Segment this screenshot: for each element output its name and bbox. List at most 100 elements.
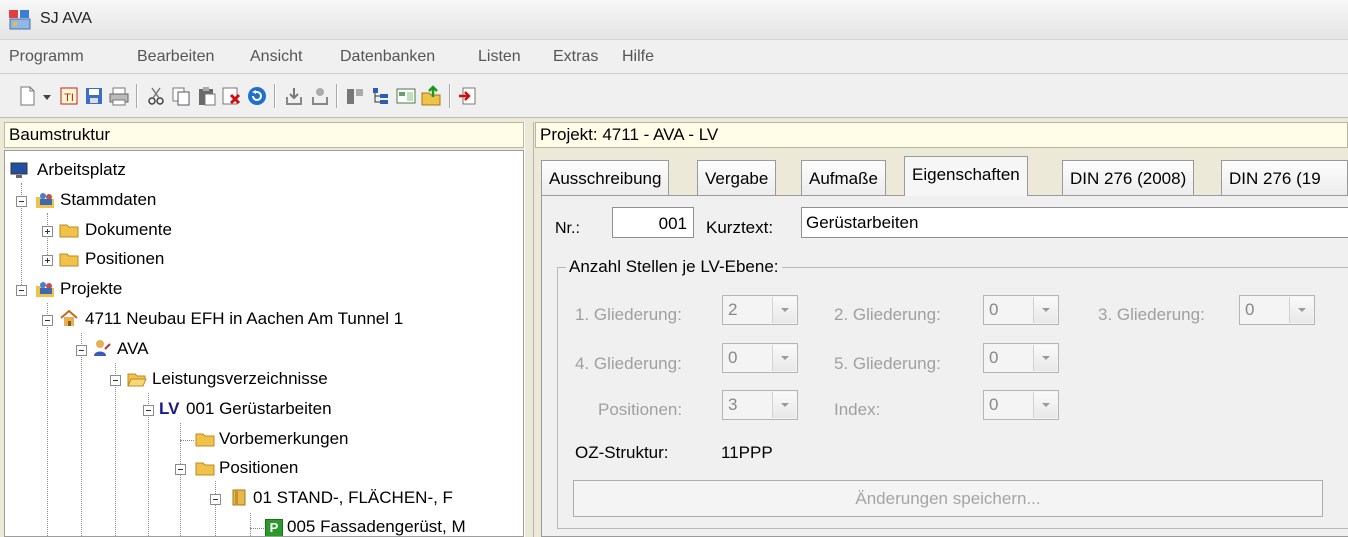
folder-icon [195,462,215,476]
gliederung-3-select[interactable]: 0 [1239,295,1315,325]
new-document-icon[interactable] [16,85,38,107]
tree-panel-header: Baumstruktur [4,122,524,148]
tab-din276-2008[interactable]: DIN 276 (2008) [1062,160,1195,196]
exit-icon[interactable] [457,85,479,107]
cut-icon[interactable] [145,85,167,107]
tree-item-title-01[interactable]: 01 STAND-, FLÄCHEN-, F [5,485,523,513]
select-value: 3 [728,395,738,414]
tree-item-ava[interactable]: AVA [5,336,505,364]
copy-icon[interactable] [170,85,192,107]
tree-view[interactable]: Arbeitsplatz Stammdaten Dokumente Positi… [4,150,524,537]
chevron-down-icon[interactable] [1289,297,1313,323]
tree-item-positionen[interactable]: Positionen [5,246,505,274]
import-icon[interactable] [283,85,305,107]
nr-label: Nr.: [555,220,580,237]
tree-item-projekte[interactable]: Projekte [5,276,505,304]
tree-item-position-005[interactable]: P 005 Fassadengerüst, M [5,514,523,536]
book-icon [232,489,246,506]
nr-field[interactable]: 001 [612,207,694,238]
chevron-down-icon[interactable] [772,345,796,371]
tree-item-label: Positionen [85,249,165,268]
menu-bar: Programm Bearbeiten Ansicht Datenbanken … [0,40,1348,74]
index-select[interactable]: 0 [983,390,1059,420]
expand-toggle[interactable] [42,255,53,266]
select-value: 0 [1245,300,1255,319]
print-icon[interactable] [108,85,130,107]
collapse-toggle[interactable] [42,315,53,326]
oz-struktur-value: 11PPP [721,443,773,462]
collapse-toggle[interactable] [110,375,121,386]
tree-line [250,528,264,529]
kurztext-field[interactable]: Gerüstarbeiten [801,207,1348,238]
columns-icon[interactable] [344,85,366,107]
gliederung-1-select[interactable]: 2 [722,295,798,325]
tree-item-label: Positionen [219,458,299,477]
window-layout-icon[interactable] [395,85,417,107]
expand-toggle[interactable] [42,226,53,237]
index-label: Index: [834,400,881,419]
menu-datenbanken[interactable]: Datenbanken [340,48,435,66]
menu-hilfe[interactable]: Hilfe [622,48,654,66]
pane-splitter[interactable] [524,122,534,537]
save-icon[interactable] [83,85,105,107]
positionen-select[interactable]: 3 [722,390,798,420]
tree-item-label: Arbeitsplatz [37,160,126,179]
collapse-toggle[interactable] [16,196,27,207]
chevron-down-icon[interactable] [1033,345,1057,371]
upload-folder-icon[interactable] [420,85,442,107]
chevron-down-icon[interactable] [772,297,796,323]
tree-item-project-4711[interactable]: 4711 Neubau EFH in Aachen Am Tunnel 1 [5,306,523,334]
tab-ausschreibung[interactable]: Ausschreibung [541,160,670,196]
tree-item-label: Dokumente [85,220,172,239]
tree-item-lv-001[interactable]: LV 001 Gerüstarbeiten [5,396,505,424]
tab-eigenschaften[interactable]: Eigenschaften [904,156,1028,196]
tree-view-icon[interactable] [370,85,392,107]
delete-icon[interactable] [221,85,243,107]
project-header: Projekt: 4711 - AVA - LV [535,122,1348,148]
export-icon[interactable] [309,85,331,107]
tab-aufmasse[interactable]: Aufmaße [801,160,886,196]
tab-vergabe[interactable]: Vergabe [697,160,777,196]
gliederung-4-select[interactable]: 0 [722,343,798,373]
text-template-icon[interactable]: TI [58,85,80,107]
gliederung-5-select[interactable]: 0 [983,343,1059,373]
menu-programm[interactable]: Programm [9,48,84,66]
undo-icon[interactable] [246,85,268,107]
kurztext-label: Kurztext: [706,218,774,237]
collapse-toggle[interactable] [175,464,186,475]
collapse-toggle[interactable] [16,285,27,296]
tree-item-stammdaten[interactable]: Stammdaten [5,187,505,215]
tree-item-arbeitsplatz[interactable]: Arbeitsplatz [5,157,505,185]
menu-ansicht[interactable]: Ansicht [250,48,302,66]
paste-icon[interactable] [196,85,218,107]
tree-item-lv-positionen[interactable]: Positionen [5,455,505,483]
tree-item-dokumente[interactable]: Dokumente [5,217,505,245]
gliederung-3-label: 3. Gliederung: [1098,305,1205,324]
collapse-toggle[interactable] [143,405,154,416]
dropdown-arrow-icon[interactable] [40,85,54,107]
chevron-down-icon[interactable] [1033,297,1057,323]
tree-panel-title: Baumstruktur [9,125,111,144]
chevron-down-icon[interactable] [1033,392,1057,418]
window-title: SJ AVA [40,10,92,27]
folder-icon [195,433,215,447]
tab-din276-19[interactable]: DIN 276 (19 [1221,160,1348,196]
svg-text:TI: TI [64,92,74,104]
collapse-toggle[interactable] [210,494,221,505]
collapse-toggle[interactable] [76,345,87,356]
position-p-icon: P [265,519,283,536]
tree-item-leistungsverzeichnisse[interactable]: Leistungsverzeichnisse [5,366,505,394]
gliederung-2-select[interactable]: 0 [983,295,1059,325]
tree-item-vorbemerkungen[interactable]: Vorbemerkungen [5,426,505,454]
positionen-label: Positionen: [598,400,683,419]
tree-item-label: 005 Fassadengerüst, M [287,517,466,536]
menu-extras[interactable]: Extras [553,48,598,66]
chevron-down-icon[interactable] [772,392,796,418]
tree-item-label: Leistungsverzeichnisse [152,369,328,388]
menu-listen[interactable]: Listen [478,48,521,66]
save-changes-button[interactable]: Änderungen speichern... [573,480,1323,517]
toolbar-separator [449,84,450,108]
menu-bearbeiten[interactable]: Bearbeiten [137,48,214,66]
folder-icon [59,224,79,238]
tree-item-label: Vorbemerkungen [219,429,349,448]
